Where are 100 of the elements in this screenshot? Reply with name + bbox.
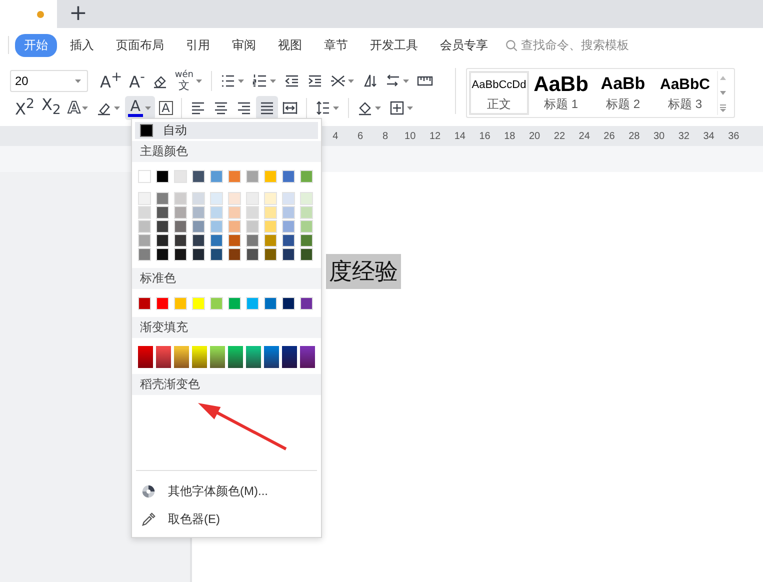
color-swatch[interactable]	[192, 170, 205, 183]
color-swatch[interactable]	[210, 220, 223, 233]
style-option[interactable]: AaBb 标题 2	[593, 71, 653, 115]
color-swatch[interactable]	[264, 220, 277, 233]
color-swatch[interactable]	[138, 234, 151, 247]
color-swatch[interactable]	[210, 234, 223, 247]
color-swatch[interactable]	[300, 192, 313, 205]
color-swatch[interactable]	[300, 170, 313, 183]
color-swatch[interactable]	[300, 346, 315, 368]
color-swatch[interactable]	[192, 297, 205, 310]
color-swatch[interactable]	[156, 234, 169, 247]
style-option[interactable]: AaBbC 标题 3	[655, 71, 715, 115]
color-swatch[interactable]	[174, 170, 187, 183]
color-swatch[interactable]	[138, 248, 151, 261]
color-swatch[interactable]	[264, 234, 277, 247]
more-styles-icon[interactable]	[718, 102, 728, 113]
color-swatch[interactable]	[282, 192, 295, 205]
color-swatch[interactable]	[210, 192, 223, 205]
color-swatch[interactable]	[264, 206, 277, 219]
color-swatch[interactable]	[174, 346, 189, 368]
color-swatch[interactable]	[282, 234, 295, 247]
font-tool-button[interactable]: A	[64, 96, 92, 120]
ribbon-tab[interactable]: 页面布局	[107, 34, 173, 56]
color-swatch[interactable]	[282, 346, 297, 368]
color-swatch[interactable]	[156, 297, 169, 310]
color-swatch[interactable]	[246, 248, 259, 261]
ribbon-tab[interactable]: 会员专享	[431, 34, 497, 56]
color-swatch[interactable]	[264, 346, 279, 368]
ribbon-tab[interactable]: 插入	[61, 34, 103, 56]
ribbon-tab[interactable]: 章节	[315, 34, 357, 56]
color-swatch[interactable]	[300, 234, 313, 247]
color-swatch[interactable]	[210, 346, 225, 368]
color-swatch[interactable]	[156, 206, 169, 219]
color-swatch[interactable]	[246, 346, 261, 368]
color-swatch[interactable]	[210, 297, 223, 310]
color-swatch[interactable]	[246, 234, 259, 247]
color-swatch[interactable]	[300, 297, 313, 310]
color-swatch[interactable]	[228, 170, 241, 183]
color-swatch[interactable]	[174, 220, 187, 233]
color-swatch[interactable]	[264, 297, 277, 310]
font-tool-button[interactable]: wén 文	[172, 68, 206, 92]
color-swatch[interactable]	[138, 192, 151, 205]
color-swatch[interactable]	[282, 297, 295, 310]
color-swatch[interactable]	[138, 297, 151, 310]
color-swatch[interactable]	[228, 192, 241, 205]
color-swatch[interactable]	[138, 206, 151, 219]
color-swatch[interactable]	[228, 220, 241, 233]
toolbar-button[interactable]	[256, 96, 278, 120]
color-swatch[interactable]	[264, 170, 277, 183]
color-swatch[interactable]	[282, 220, 295, 233]
style-option[interactable]: AaBbCcDd 正文	[469, 71, 529, 115]
color-swatch[interactable]	[156, 192, 169, 205]
color-swatch[interactable]	[264, 192, 277, 205]
color-swatch[interactable]	[228, 248, 241, 261]
color-swatch[interactable]	[156, 170, 169, 183]
color-swatch[interactable]	[282, 248, 295, 261]
color-swatch[interactable]	[282, 206, 295, 219]
document-tab[interactable]	[0, 0, 57, 28]
color-swatch[interactable]	[192, 248, 205, 261]
color-swatch[interactable]	[300, 220, 313, 233]
color-swatch[interactable]	[282, 170, 295, 183]
color-swatch[interactable]	[246, 220, 259, 233]
color-swatch[interactable]	[228, 297, 241, 310]
color-swatch[interactable]	[192, 234, 205, 247]
color-swatch[interactable]	[210, 206, 223, 219]
color-swatch[interactable]	[246, 297, 259, 310]
color-swatch[interactable]	[138, 170, 151, 183]
color-swatch[interactable]	[174, 234, 187, 247]
color-swatch[interactable]	[174, 206, 187, 219]
color-swatch[interactable]	[138, 346, 153, 368]
menu-item[interactable]: 其他字体颜色(M)...	[132, 477, 321, 505]
color-swatch[interactable]	[228, 234, 241, 247]
color-swatch[interactable]	[156, 220, 169, 233]
font-tool-button[interactable]: A	[125, 96, 155, 120]
color-swatch[interactable]	[264, 248, 277, 261]
new-tab-button[interactable]: +	[61, 0, 96, 28]
ribbon-tab[interactable]: 视图	[269, 34, 311, 56]
ribbon-tab[interactable]: 引用	[177, 34, 219, 56]
ribbon-tab[interactable]: 开发工具	[361, 34, 427, 56]
color-swatch[interactable]	[300, 206, 313, 219]
color-swatch[interactable]	[138, 220, 151, 233]
color-swatch[interactable]	[192, 192, 205, 205]
color-swatch[interactable]	[174, 192, 187, 205]
font-tool-button[interactable]: A	[156, 96, 176, 120]
color-swatch[interactable]	[246, 206, 259, 219]
color-swatch[interactable]	[192, 220, 205, 233]
color-swatch[interactable]	[228, 346, 243, 368]
color-swatch[interactable]	[210, 170, 223, 183]
color-swatch[interactable]	[192, 206, 205, 219]
color-swatch[interactable]	[300, 248, 313, 261]
color-swatch[interactable]	[174, 248, 187, 261]
menu-item[interactable]: 取色器(E)	[132, 505, 321, 533]
color-swatch[interactable]	[156, 248, 169, 261]
ribbon-tab[interactable]: 审阅	[223, 34, 265, 56]
search-field[interactable]: 查找命令、搜索模板	[521, 38, 651, 52]
color-swatch[interactable]	[156, 346, 171, 368]
color-swatch[interactable]	[192, 346, 207, 368]
auto-color-option[interactable]: 自动	[135, 122, 318, 139]
color-swatch[interactable]	[210, 248, 223, 261]
style-option[interactable]: AaBb 标题 1	[531, 71, 591, 115]
